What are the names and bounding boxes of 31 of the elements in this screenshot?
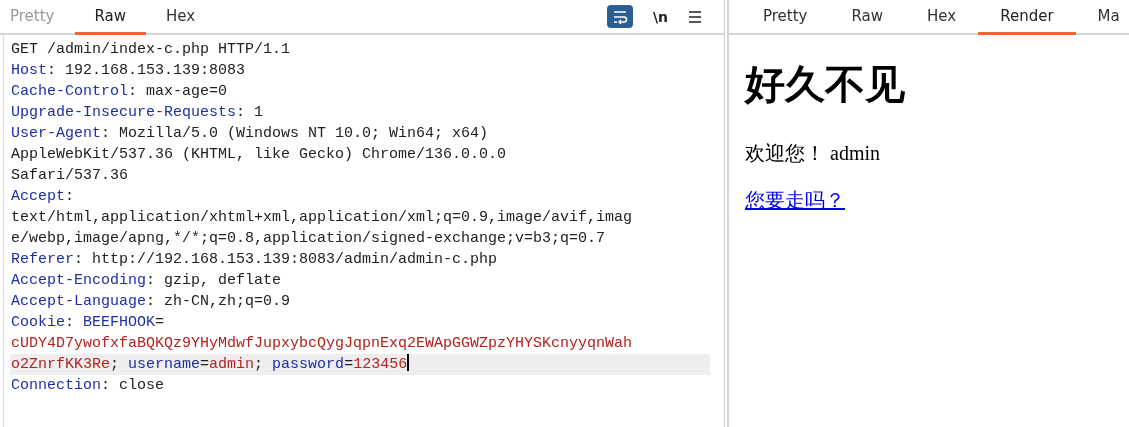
code-line: GET /admin/index-c.php HTTP/1.1 — [10, 40, 292, 60]
menu-icon[interactable] — [688, 10, 702, 23]
code-line: Cookie: BEEFHOOK= — [10, 313, 166, 333]
code-line: Connection: close — [10, 376, 166, 396]
response-tab[interactable]: Render — [978, 0, 1076, 35]
editor-tab[interactable]: Hex — [146, 0, 216, 35]
response-tab[interactable]: Hex — [905, 0, 979, 35]
code-line: e/webp,image/apng,*/*;q=0.8,application/signed-exchange;v=b3;q=0.7 — [10, 229, 607, 249]
response-tab[interactable]: Pretty — [741, 0, 830, 35]
code-line: cUDY4D7ywofxfaBQKQz9YHyMdwfJupxybcQygJqpnExq2EWApGGWZpzYHYSKcnyyqnWah — [10, 334, 634, 354]
code-line: Host: 192.168.153.139:8083 — [10, 61, 247, 81]
code-line: Cache-Control: max-age=0 — [10, 82, 229, 102]
editor-tab[interactable]: Raw — [74, 0, 147, 35]
code-line: User-Agent: Mozilla/5.0 (Windows NT 10.0; Win64; x64) — [10, 124, 490, 144]
page-heading: 好久不见 — [745, 60, 905, 109]
newline-toggle-button[interactable]: \n — [648, 8, 672, 25]
code-line: Accept-Encoding: gzip, deflate — [10, 271, 283, 291]
username-text: admin — [830, 142, 880, 165]
wrap-lines-icon — [611, 9, 628, 24]
code-line: AppleWebKit/537.36 (KHTML, like Gecko) Chrome/136.0.0.0 — [10, 145, 508, 165]
response-tab[interactable]: Ma — [1075, 0, 1129, 35]
word-wrap-button[interactable] — [606, 5, 633, 28]
leave-link[interactable]: 您要走吗？ — [745, 187, 845, 214]
code-line: Upgrade-Insecure-Requests: 1 — [10, 103, 265, 123]
code-line: text/html,application/xhtml+xml,application/xml;q=0.9,image/avif,imag — [10, 208, 634, 228]
code-line: Accept-Language: zh-CN,zh;q=0.9 — [10, 292, 292, 312]
code-line: Accept: — [10, 187, 76, 207]
code-line: Referer: http://192.168.153.139:8083/admin/admin-c.php — [10, 250, 499, 270]
code-line: Safari/537.36 — [10, 166, 130, 186]
welcome-text: 欢迎您！ — [745, 141, 825, 166]
response-tab[interactable]: Raw — [829, 0, 906, 35]
